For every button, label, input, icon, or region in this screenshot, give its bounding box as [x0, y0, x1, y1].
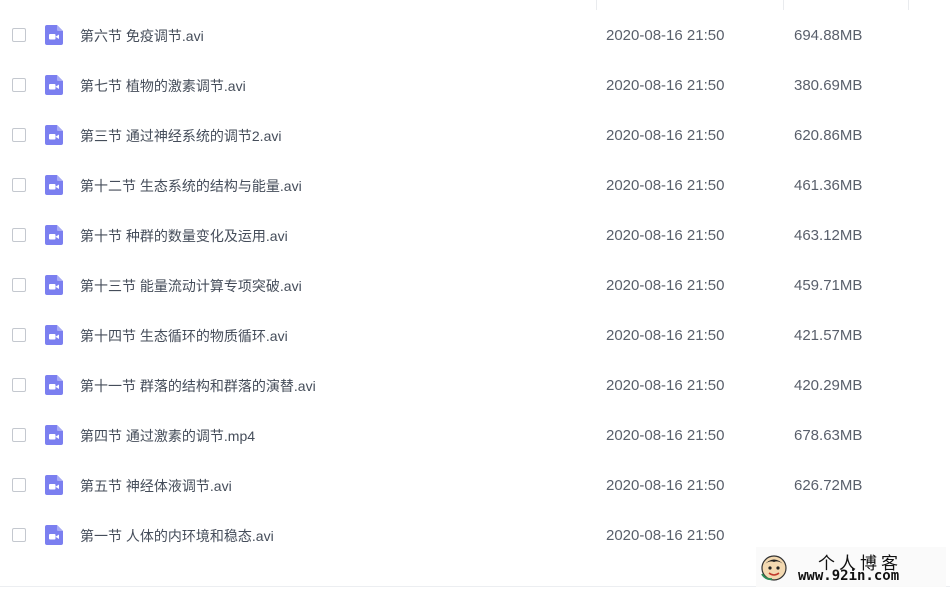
row-checkbox[interactable] [12, 428, 26, 442]
file-name[interactable]: 第十节 种群的数量变化及运用.avi [80, 211, 288, 261]
row-checkbox[interactable] [12, 228, 26, 242]
video-file-icon [43, 324, 65, 346]
file-date: 2020-08-16 21:50 [606, 427, 725, 444]
video-file-icon [43, 124, 65, 146]
video-file-icon [43, 424, 65, 446]
row-checkbox[interactable] [12, 328, 26, 342]
watermark: 个人博客 www.92in.com [756, 547, 946, 587]
file-date: 2020-08-16 21:50 [606, 77, 725, 94]
file-name[interactable]: 第五节 神经体液调节.avi [80, 461, 232, 511]
row-checkbox[interactable] [12, 78, 26, 92]
file-row[interactable]: 第七节 植物的激素调节.avi 2020-08-16 21:50 380.69MB [0, 61, 950, 111]
row-checkbox[interactable] [12, 478, 26, 492]
file-row[interactable]: 第十一节 群落的结构和群落的演替.avi 2020-08-16 21:50 420.… [0, 361, 950, 411]
file-date: 2020-08-16 21:50 [606, 27, 725, 44]
video-file-icon [43, 374, 65, 396]
file-date: 2020-08-16 21:50 [606, 227, 725, 244]
file-date: 2020-08-16 21:50 [606, 177, 725, 194]
file-size: 626.72MB [794, 477, 863, 494]
file-name[interactable]: 第十一节 群落的结构和群落的演替.avi [80, 361, 316, 411]
video-file-icon [43, 274, 65, 296]
file-name[interactable]: 第一节 人体的内环境和稳态.avi [80, 511, 274, 561]
file-size: 678.63MB [794, 427, 863, 444]
file-date: 2020-08-16 21:50 [606, 477, 725, 494]
file-row[interactable]: 第十四节 生态循环的物质循环.avi 2020-08-16 21:50 421.57… [0, 311, 950, 361]
file-name[interactable]: 第六节 免疫调节.avi [80, 11, 204, 61]
file-name[interactable]: 第十二节 生态系统的结构与能量.avi [80, 161, 302, 211]
file-date: 2020-08-16 21:50 [606, 277, 725, 294]
file-size: 620.86MB [794, 127, 863, 144]
column-divider-size [783, 0, 784, 10]
file-size: 463.12MB [794, 227, 863, 244]
file-row[interactable]: 第三节 通过神经系统的调节2.avi 2020-08-16 21:50 620.86… [0, 111, 950, 161]
file-size: 420.29MB [794, 377, 863, 394]
file-row[interactable]: 第六节 免疫调节.avi 2020-08-16 21:50 694.88MB [0, 11, 950, 61]
video-file-icon [43, 74, 65, 96]
video-file-icon [43, 174, 65, 196]
row-checkbox[interactable] [12, 278, 26, 292]
file-size: 461.36MB [794, 177, 863, 194]
file-size: 380.69MB [794, 77, 863, 94]
file-size: 459.71MB [794, 277, 863, 294]
watermark-url: www.92in.com [798, 568, 900, 584]
file-size: 421.57MB [794, 327, 863, 344]
row-checkbox[interactable] [12, 178, 26, 192]
row-checkbox[interactable] [12, 128, 26, 142]
file-row[interactable]: 第九节 种群的特征.avi 2020-08-16 21:50 486.12MB [0, 0, 950, 11]
column-divider-end [908, 0, 909, 10]
file-date: 2020-08-16 21:50 [606, 527, 725, 544]
file-date: 2020-08-16 21:50 [606, 0, 724, 11]
row-checkbox[interactable] [12, 378, 26, 392]
row-checkbox[interactable] [12, 528, 26, 542]
row-checkbox[interactable] [12, 28, 26, 42]
video-file-icon [43, 474, 65, 496]
video-file-icon [43, 24, 65, 46]
file-list: 第九节 种群的特征.avi2020-08-16 21:50486.12MB第六节… [0, 0, 950, 561]
file-row[interactable]: 第四节 通过激素的调节.mp4 2020-08-16 21:50 678.63MB [0, 411, 950, 461]
file-row[interactable]: 第十节 种群的数量变化及运用.avi 2020-08-16 21:50 463.12… [0, 211, 950, 261]
file-row[interactable]: 第十二节 生态系统的结构与能量.avi 2020-08-16 21:50 461.3… [0, 161, 950, 211]
file-name[interactable]: 第十四节 生态循环的物质循环.avi [80, 311, 288, 361]
file-size: 486.12MB [794, 0, 862, 11]
file-row[interactable]: 第五节 神经体液调节.avi 2020-08-16 21:50 626.72MB [0, 461, 950, 511]
video-file-icon [43, 524, 65, 546]
video-file-icon [43, 224, 65, 246]
watermark-logo [761, 555, 787, 581]
column-divider-date [596, 0, 597, 10]
file-name[interactable]: 第十三节 能量流动计算专项突破.avi [80, 261, 302, 311]
file-size: 694.88MB [794, 27, 863, 44]
file-name[interactable]: 第三节 通过神经系统的调节2.avi [80, 111, 281, 161]
file-date: 2020-08-16 21:50 [606, 127, 725, 144]
file-name[interactable]: 第四节 通过激素的调节.mp4 [80, 411, 255, 461]
file-row[interactable]: 第十三节 能量流动计算专项突破.avi 2020-08-16 21:50 459.7… [0, 261, 950, 311]
file-date: 2020-08-16 21:50 [606, 327, 725, 344]
file-date: 2020-08-16 21:50 [606, 377, 725, 394]
file-name[interactable]: 第九节 种群的特征.avi [80, 0, 218, 11]
file-name[interactable]: 第七节 植物的激素调节.avi [80, 61, 246, 111]
